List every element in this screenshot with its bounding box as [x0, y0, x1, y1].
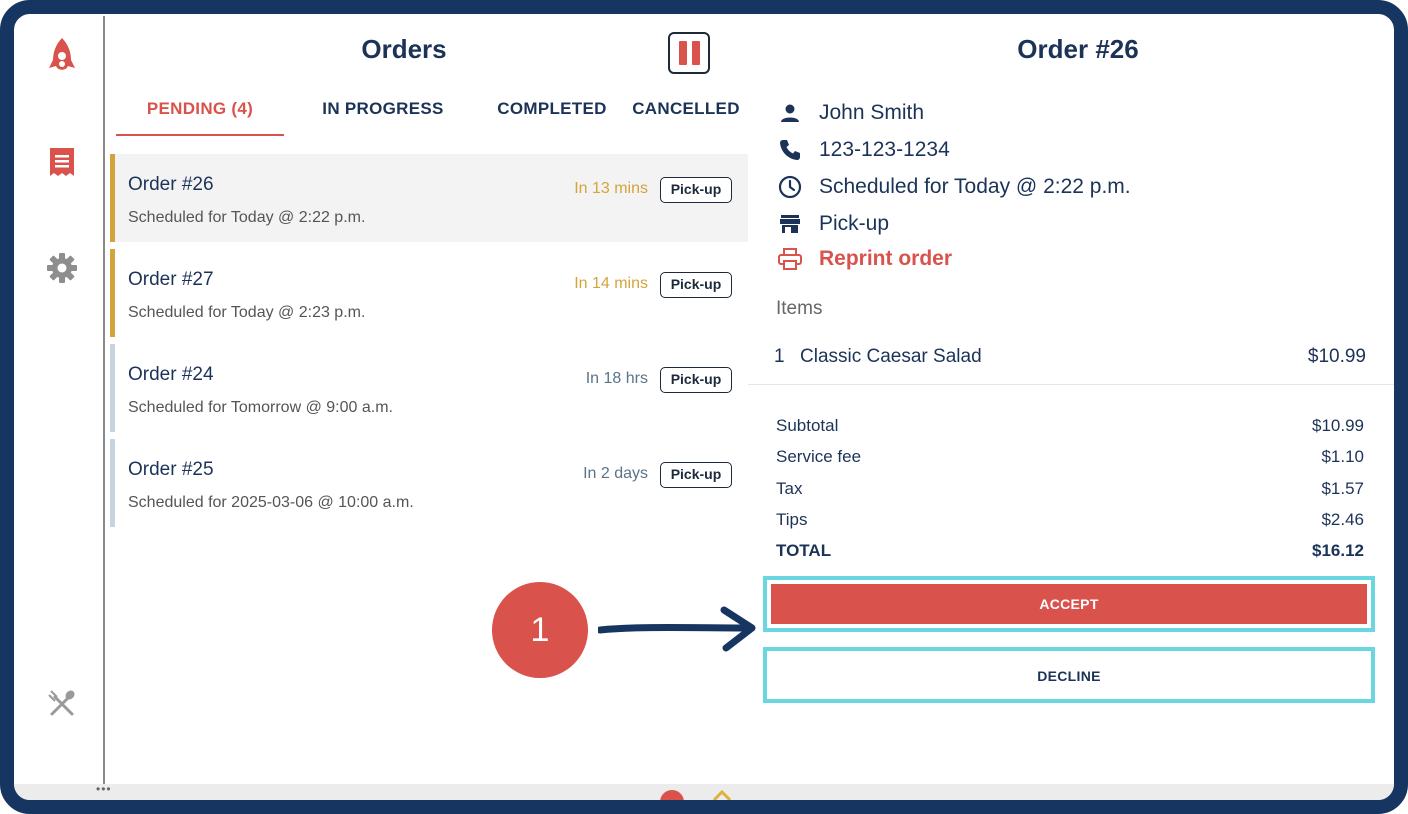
order-eta: In 2 days — [583, 465, 648, 482]
total-value: $2.46 — [1321, 509, 1364, 529]
customer-phone: 123-123-1234 — [819, 138, 950, 161]
order-status-tabs: PENDING (4) IN PROGRESS COMPLETED CANCEL… — [116, 98, 748, 138]
order-title: Order #27 — [128, 269, 214, 290]
total-value: $1.57 — [1321, 478, 1364, 498]
item-price: $10.99 — [1307, 346, 1366, 367]
order-row[interactable]: Order #26 Scheduled for Today @ 2:22 p.m… — [110, 154, 748, 242]
total-label: TOTAL — [776, 541, 832, 561]
order-row[interactable]: Order #25 Scheduled for 2025-03-06 @ 10:… — [110, 439, 748, 527]
clock-icon — [776, 173, 804, 201]
fulfillment-badge: Pick-up — [660, 177, 732, 203]
phone-icon — [776, 136, 804, 164]
gear-icon[interactable] — [44, 250, 80, 286]
app-icon — [712, 790, 732, 800]
order-eta: In 14 mins — [574, 275, 648, 292]
tips-row: Tips $2.46 — [776, 506, 1364, 537]
order-schedule: Scheduled for 2025-03-06 @ 10:00 a.m. — [128, 494, 414, 511]
tax-row: Tax $1.57 — [776, 475, 1364, 506]
reprint-row[interactable]: Reprint order — [776, 244, 952, 274]
order-title: Order #24 — [128, 364, 214, 385]
order-totals: Subtotal $10.99 Service fee $1.10 Tax $1… — [776, 412, 1364, 568]
person-icon — [776, 99, 804, 127]
order-title: Order #25 — [128, 459, 214, 480]
schedule-row: Scheduled for Today @ 2:22 p.m. — [776, 172, 1131, 202]
service-fee-row: Service fee $1.10 — [776, 443, 1364, 474]
order-eta: In 18 hrs — [585, 370, 648, 387]
customer-name-row: John Smith — [776, 98, 924, 128]
bottom-strip — [14, 784, 1394, 800]
rocket-logo-icon[interactable] — [44, 38, 80, 74]
order-detail-title: Order #26 — [1017, 34, 1139, 64]
fulfillment-badge: Pick-up — [660, 272, 732, 298]
total-value: $10.99 — [1312, 416, 1364, 435]
total-label: Service fee — [776, 447, 862, 467]
items-heading: Items — [776, 298, 823, 319]
fulfillment-row: Pick-up — [776, 209, 889, 239]
store-icon — [776, 210, 804, 238]
order-schedule: Scheduled for Tomorrow @ 9:00 a.m. — [128, 399, 393, 416]
grand-total-row: TOTAL $16.12 — [776, 537, 1364, 568]
order-title: Order #26 — [128, 174, 214, 195]
printer-icon — [776, 245, 804, 273]
order-eta: In 13 mins — [574, 180, 648, 197]
sidebar — [14, 14, 104, 800]
total-label: Tax — [776, 478, 803, 498]
subtotal-row: Subtotal $10.99 — [776, 412, 1364, 443]
order-status-accent — [110, 344, 115, 432]
order-schedule-detail: Scheduled for Today @ 2:22 p.m. — [819, 175, 1131, 198]
total-value: $1.10 — [1321, 447, 1364, 467]
fulfillment-type: Pick-up — [819, 212, 890, 235]
order-status-accent — [110, 249, 115, 337]
tab-cancelled[interactable]: CANCELLED — [624, 98, 748, 136]
order-schedule: Scheduled for Today @ 2:22 p.m. — [128, 209, 366, 226]
fulfillment-badge: Pick-up — [660, 462, 732, 488]
pause-button[interactable] — [668, 32, 710, 74]
callout-arrow-icon — [598, 606, 756, 652]
order-row[interactable]: Order #24 Scheduled for Tomorrow @ 9:00 … — [110, 344, 748, 432]
more-icon: ••• — [96, 782, 112, 796]
orders-title: Orders — [361, 34, 447, 64]
items-divider — [748, 384, 1394, 385]
fulfillment-badge: Pick-up — [660, 367, 732, 393]
order-status-accent — [110, 154, 115, 242]
step-number-badge: 1 — [492, 582, 588, 678]
accept-button[interactable]: ACCEPT — [771, 584, 1367, 624]
order-status-accent — [110, 439, 115, 527]
total-label: Tips — [776, 509, 808, 529]
item-name: Classic Caesar Salad — [800, 346, 982, 367]
item-quantity: 1 — [774, 346, 785, 367]
sidebar-divider — [103, 16, 105, 784]
tab-completed[interactable]: COMPLETED — [482, 98, 622, 136]
total-label: Subtotal — [776, 416, 839, 435]
phone-row: 123-123-1234 — [776, 135, 950, 165]
pause-icon — [678, 41, 687, 65]
receipt-icon[interactable] — [44, 144, 80, 180]
utensils-icon[interactable] — [44, 686, 80, 722]
order-row[interactable]: Order #27 Scheduled for Today @ 2:23 p.m… — [110, 249, 748, 337]
tab-in-progress[interactable]: IN PROGRESS — [304, 98, 462, 136]
decline-button[interactable]: DECLINE — [771, 654, 1367, 698]
reprint-order-link[interactable]: Reprint order — [819, 247, 952, 271]
app-frame: Orders PENDING (4) IN PROGRESS COMPLETED… — [0, 0, 1408, 814]
tab-pending[interactable]: PENDING (4) — [116, 98, 284, 136]
order-schedule: Scheduled for Today @ 2:23 p.m. — [128, 304, 366, 321]
customer-name: John Smith — [819, 101, 925, 124]
total-value: $16.12 — [1312, 541, 1364, 561]
